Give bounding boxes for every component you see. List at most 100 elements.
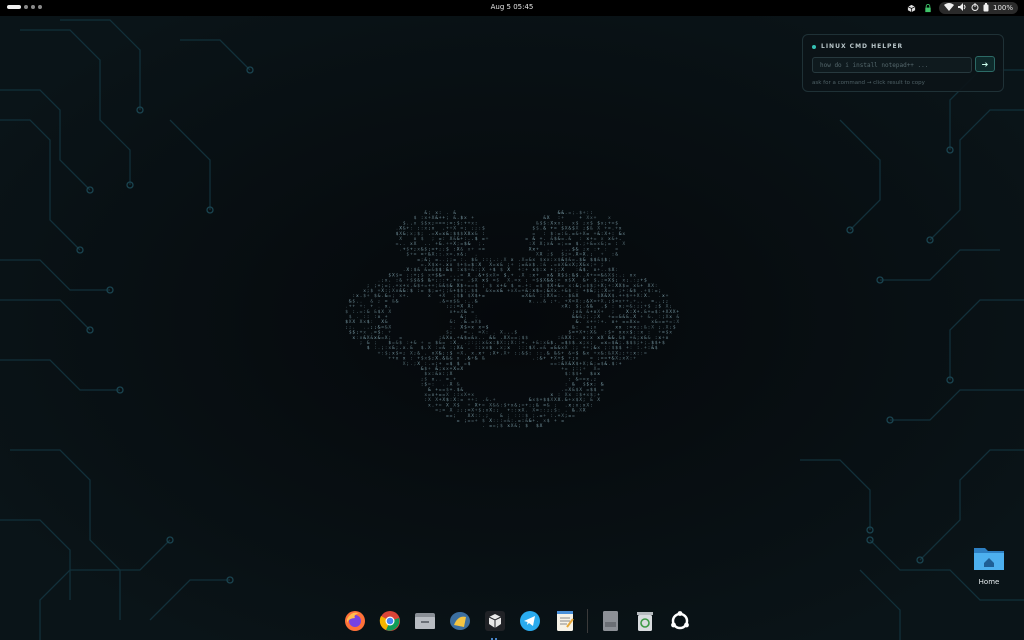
ascii-glyph: & bbox=[597, 231, 600, 237]
workspace-active[interactable] bbox=[7, 5, 21, 9]
ascii-glyph: & bbox=[403, 288, 406, 294]
home-folder-icon bbox=[974, 548, 1004, 570]
ascii-glyph: X bbox=[594, 366, 597, 372]
clock[interactable]: Aug 5 05:45 bbox=[491, 3, 534, 11]
ascii-glyph: X bbox=[651, 324, 654, 330]
ascii-glyph: $ bbox=[633, 288, 636, 294]
ascii-glyph: x bbox=[543, 419, 546, 424]
ascii-glyph: + bbox=[594, 216, 597, 221]
dock-text-editor[interactable] bbox=[552, 608, 578, 634]
ascii-glyph: : bbox=[630, 357, 633, 362]
ascii-glyph: $ bbox=[471, 288, 474, 294]
ascii-glyph: & bbox=[450, 356, 453, 362]
dock-virtualbox[interactable] bbox=[482, 608, 508, 640]
ascii-glyph: $ bbox=[648, 304, 651, 310]
ascii-glyph: X bbox=[565, 361, 568, 367]
ascii-glyph: & bbox=[590, 304, 593, 310]
ascii-glyph: & bbox=[576, 319, 579, 325]
ascii-glyph: & bbox=[439, 272, 442, 278]
ascii-glyph: X bbox=[561, 413, 564, 419]
ascii-glyph: x bbox=[424, 227, 427, 232]
ascii-glyph: $ bbox=[525, 413, 528, 419]
ascii-glyph: & bbox=[604, 272, 607, 278]
ascii-glyph: X bbox=[648, 283, 651, 289]
ascii-glyph: X bbox=[550, 288, 553, 294]
ascii-glyph: $ bbox=[583, 382, 586, 388]
ascii-glyph: = bbox=[518, 289, 521, 294]
ascii-glyph: $ bbox=[367, 345, 370, 351]
ascii-glyph: $ bbox=[540, 220, 543, 226]
ascii-glyph: $ bbox=[406, 252, 409, 258]
ascii-glyph: ; bbox=[518, 351, 521, 356]
virtualbox-icon bbox=[485, 611, 505, 631]
ascii-glyph: = bbox=[601, 388, 604, 393]
workspace-indicator[interactable] bbox=[7, 5, 42, 9]
ascii-glyph: $ bbox=[590, 392, 593, 398]
ascii-glyph: $ bbox=[464, 267, 467, 273]
ascii-glyph: X bbox=[446, 335, 449, 341]
ascii-glyph: & bbox=[594, 345, 597, 351]
ascii-glyph: & bbox=[532, 236, 535, 242]
ascii-glyph: $ bbox=[525, 423, 528, 429]
ascii-glyph: X bbox=[428, 397, 431, 403]
ascii-glyph: X bbox=[612, 267, 615, 273]
dock-chrome[interactable] bbox=[377, 608, 403, 634]
ascii-glyph: $ bbox=[464, 241, 467, 247]
ascii-glyph: X bbox=[464, 231, 467, 237]
ascii-glyph: & bbox=[460, 314, 463, 320]
lock-icon[interactable] bbox=[923, 3, 933, 13]
ascii-glyph: X bbox=[489, 402, 492, 408]
dock-app-menu[interactable] bbox=[667, 608, 693, 634]
ascii-glyph: & bbox=[450, 283, 453, 289]
ascii-glyph: = bbox=[608, 242, 611, 247]
workspace-dot[interactable] bbox=[31, 5, 35, 9]
system-status-menu[interactable]: 100% bbox=[938, 2, 1018, 14]
dock-csv-file[interactable] bbox=[597, 608, 623, 634]
ascii-glyph: + bbox=[583, 211, 586, 216]
ascii-glyph: . bbox=[561, 388, 564, 393]
ascii-glyph: & bbox=[579, 267, 582, 273]
ascii-glyph: & bbox=[475, 356, 478, 362]
ascii-glyph: ; bbox=[550, 299, 553, 304]
ascii-glyph: x bbox=[428, 403, 431, 408]
ascii-glyph: & bbox=[540, 356, 543, 362]
ascii-glyph: $ bbox=[576, 272, 579, 278]
ascii-glyph: $ bbox=[453, 298, 456, 304]
dock-trash[interactable] bbox=[632, 608, 658, 634]
wifi-icon bbox=[943, 3, 954, 13]
ascii-glyph: = bbox=[550, 362, 553, 367]
ascii-glyph: X bbox=[511, 423, 514, 429]
ascii-glyph: x bbox=[579, 341, 582, 346]
ascii-glyph: $ bbox=[468, 361, 471, 367]
workspace-dot[interactable] bbox=[38, 5, 42, 9]
ascii-glyph: X bbox=[468, 231, 471, 237]
ascii-glyph: X bbox=[576, 298, 579, 304]
ascii-glyph: : bbox=[568, 377, 571, 382]
ascii-glyph: x bbox=[478, 351, 481, 356]
ascii-glyph: $ bbox=[536, 267, 539, 273]
dock-files[interactable] bbox=[412, 608, 438, 634]
ascii-glyph: $ bbox=[345, 319, 348, 325]
ascii-glyph: : bbox=[640, 351, 643, 356]
ascii-glyph: : bbox=[594, 247, 597, 252]
ascii-glyph: X bbox=[471, 408, 474, 414]
run-button[interactable]: ➔ bbox=[975, 56, 995, 72]
ascii-glyph: X bbox=[565, 392, 568, 398]
ascii-glyph: $ bbox=[586, 288, 589, 294]
dock-telegram[interactable] bbox=[517, 608, 543, 634]
cmd-search-input[interactable] bbox=[812, 57, 972, 73]
dock-firefox[interactable] bbox=[342, 608, 368, 634]
ascii-glyph: = bbox=[540, 414, 543, 419]
dock-app-launcher[interactable] bbox=[447, 608, 473, 634]
ascii-glyph: + bbox=[579, 216, 582, 221]
ascii-glyph: & bbox=[554, 345, 557, 351]
ascii-glyph: : bbox=[536, 357, 539, 362]
ascii-glyph: X bbox=[435, 397, 438, 403]
workspace-dot[interactable] bbox=[24, 5, 28, 9]
ascii-glyph: & bbox=[378, 324, 381, 330]
desktop-icon-home[interactable]: Home bbox=[966, 544, 1012, 586]
ascii-glyph: & bbox=[468, 241, 471, 247]
package-icon[interactable] bbox=[907, 3, 917, 13]
ascii-glyph: & bbox=[460, 246, 463, 252]
ascii-glyph: $ bbox=[417, 283, 420, 289]
